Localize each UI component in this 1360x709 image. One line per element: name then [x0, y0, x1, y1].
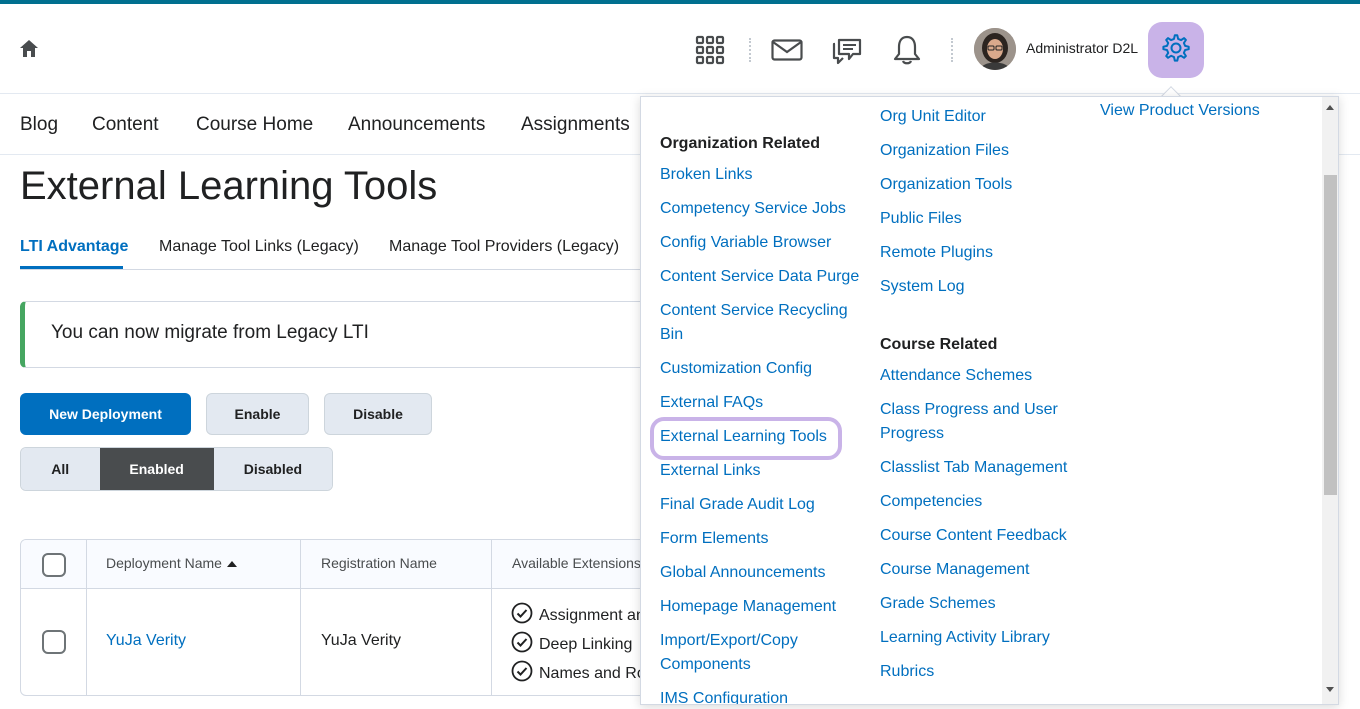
nav-assignments[interactable]: Assignments [521, 114, 630, 136]
migration-alert: You can now migrate from Legacy LTI [20, 301, 660, 368]
disable-button[interactable]: Disable [324, 393, 432, 435]
view-product-versions-link[interactable]: View Product Versions [1100, 99, 1260, 123]
admin-tools-button[interactable] [1148, 22, 1204, 78]
menu-link-broken-links[interactable]: Broken Links [660, 163, 870, 187]
nav-announcements[interactable]: Announcements [348, 114, 485, 136]
tab-list: LTI Advantage Manage Tool Links (Legacy)… [20, 236, 660, 270]
menu-link-homepage-management[interactable]: Homepage Management [660, 595, 870, 619]
waffle-grid-icon[interactable] [690, 30, 730, 70]
menu-link-course-management[interactable]: Course Management [880, 558, 1080, 582]
menu-link-classlist-tab-management[interactable]: Classlist Tab Management [880, 456, 1080, 480]
alert-text: You can now migrate from Legacy LTI [51, 322, 369, 343]
menu-link-system-log[interactable]: System Log [880, 275, 1090, 299]
page-title: External Learning Tools [20, 164, 438, 208]
check-circle-icon [511, 660, 533, 687]
menu-link-public-files[interactable]: Public Files [880, 207, 1090, 231]
menu-link-organization-files[interactable]: Organization Files [880, 139, 1090, 163]
chat-icon[interactable] [827, 30, 867, 70]
menu-link-class-progress-and-user-progress[interactable]: Class Progress and User Progress [880, 398, 1080, 446]
extension-item: Assignment and Grade Services [511, 602, 659, 629]
filter-enabled[interactable]: Enabled [99, 448, 214, 490]
tab-manage-tool-links[interactable]: Manage Tool Links (Legacy) [159, 238, 359, 256]
column-divider [300, 540, 301, 695]
bell-icon[interactable] [887, 30, 927, 70]
menu-link-competency-service-jobs[interactable]: Competency Service Jobs [660, 197, 870, 221]
deployment-name-link[interactable]: YuJa Verity [106, 632, 186, 650]
filter-all[interactable]: All [21, 448, 100, 490]
scrollbar-thumb[interactable] [1324, 175, 1337, 495]
menu-link-competencies[interactable]: Competencies [880, 490, 1080, 514]
menu-link-learning-activity-library[interactable]: Learning Activity Library [880, 626, 1080, 650]
col-registration-name: Registration Name [321, 555, 437, 571]
check-circle-icon [511, 602, 533, 629]
home-icon[interactable] [18, 38, 40, 60]
course-related-heading: Course Related [880, 336, 998, 353]
column-divider [86, 540, 87, 695]
menu-link-rubrics[interactable]: Rubrics [880, 660, 1080, 684]
menu-link-import-export-copy-components[interactable]: Import/Export/Copy Components [660, 629, 870, 677]
menu-link-content-service-recycling-bin[interactable]: Content Service Recycling Bin [660, 299, 870, 347]
header-divider [951, 38, 953, 62]
menu-link-organization-tools[interactable]: Organization Tools [880, 173, 1090, 197]
nav-content[interactable]: Content [92, 114, 159, 136]
nav-blog[interactable]: Blog [20, 114, 58, 136]
active-tab-indicator [20, 266, 123, 269]
status-filter: All Enabled Disabled [20, 447, 333, 491]
dropdown-scrollbar[interactable] [1322, 97, 1338, 704]
org-related-heading: Organization Related [660, 135, 821, 152]
extension-label: Deep Linking [539, 635, 633, 653]
new-deployment-button[interactable]: New Deployment [20, 393, 191, 435]
tab-manage-tool-providers[interactable]: Manage Tool Providers (Legacy) [389, 238, 619, 256]
menu-link-form-elements[interactable]: Form Elements [660, 527, 870, 551]
extension-item: Names and Role Provisioning Services [511, 660, 659, 687]
avatar[interactable] [974, 28, 1016, 70]
header-divider [749, 38, 751, 62]
col-available-extensions: Available Extensions [512, 555, 641, 571]
scroll-down-arrow-icon[interactable] [1326, 687, 1334, 692]
menu-link-content-service-data-purge[interactable]: Content Service Data Purge [660, 265, 870, 289]
nav-course-home[interactable]: Course Home [196, 114, 313, 136]
menu-link-external-learning-tools[interactable]: External Learning Tools [660, 425, 870, 449]
menu-link-final-grade-audit-log[interactable]: Final Grade Audit Log [660, 493, 870, 517]
menu-link-remote-plugins[interactable]: Remote Plugins [880, 241, 1090, 265]
extension-item: Deep Linking [511, 631, 632, 658]
mail-icon[interactable] [767, 30, 807, 70]
menu-link-ims-configuration[interactable]: IMS Configuration [660, 687, 870, 704]
select-all-checkbox[interactable] [42, 553, 66, 577]
col-deployment-name-label: Deployment Name [106, 555, 222, 571]
tab-lti-advantage[interactable]: LTI Advantage [20, 238, 128, 256]
deployments-table: Deployment Name Registration Name Availa… [20, 539, 660, 696]
menu-link-customization-config[interactable]: Customization Config [660, 357, 870, 381]
header: Administrator D2L [0, 4, 1360, 94]
menu-link-config-variable-browser[interactable]: Config Variable Browser [660, 231, 870, 255]
menu-link-external-faqs[interactable]: External FAQs [660, 391, 870, 415]
menu-link-external-links[interactable]: External Links [660, 459, 870, 483]
check-circle-icon [511, 631, 533, 658]
menu-link-attendance-schemes[interactable]: Attendance Schemes [880, 364, 1080, 388]
registration-name: YuJa Verity [321, 632, 402, 649]
enable-button[interactable]: Enable [206, 393, 309, 435]
menu-link-global-announcements[interactable]: Global Announcements [660, 561, 870, 585]
sort-ascending-icon [226, 555, 238, 571]
menu-link-org-unit-editor[interactable]: Org Unit Editor [880, 105, 1090, 129]
menu-link-course-content-feedback[interactable]: Course Content Feedback [880, 524, 1080, 548]
active-tool-indicator [1152, 0, 1198, 4]
user-name[interactable]: Administrator D2L [1026, 40, 1138, 56]
menu-link-grade-schemes[interactable]: Grade Schemes [880, 592, 1080, 616]
scroll-up-arrow-icon[interactable] [1326, 105, 1334, 110]
row-checkbox[interactable] [42, 630, 66, 654]
admin-tools-dropdown: View Product Versions Organization Relat… [640, 96, 1339, 705]
column-divider [491, 540, 492, 695]
gear-icon [1160, 32, 1192, 69]
filter-disabled[interactable]: Disabled [213, 448, 332, 490]
col-deployment-name[interactable]: Deployment Name [106, 555, 238, 571]
